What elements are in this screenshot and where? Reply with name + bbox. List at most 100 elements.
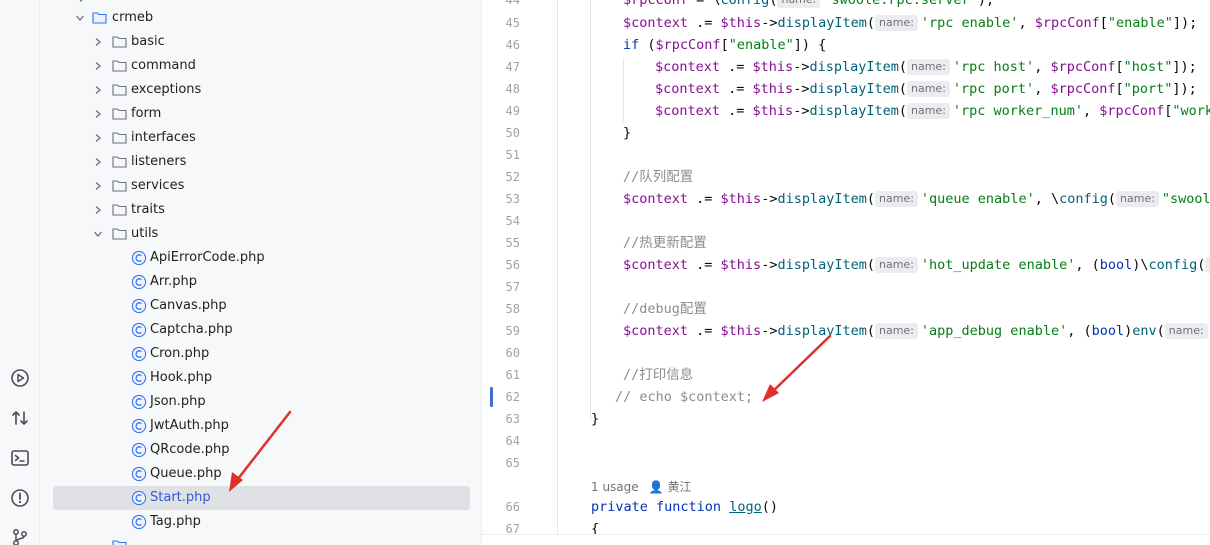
php-class-icon xyxy=(131,418,147,434)
code-editor[interactable]: 44 45 46 47 48 49 50 51 52 53 54 55 56 57 58 59 60 61 62 63… xyxy=(482,0,1210,545)
param-hint: name: xyxy=(907,59,950,75)
code-area[interactable]: $rpcConf = \config(name:'swoole.rpc.serv… xyxy=(482,0,1210,545)
chevron-right-icon[interactable] xyxy=(93,37,103,47)
code-usage-hint[interactable]: 1 usage 👤 黄江 xyxy=(591,478,691,495)
file-label: Json.php xyxy=(150,394,206,409)
tree-folder-form[interactable]: form xyxy=(41,102,481,126)
folder-icon xyxy=(112,107,127,120)
tree-file-item[interactable]: QRcode.php xyxy=(41,438,481,462)
php-class-icon xyxy=(131,370,147,386)
tree-file-item[interactable]: Queue.php xyxy=(41,462,481,486)
chevron-down-icon[interactable] xyxy=(75,13,85,23)
param-hint: name: xyxy=(875,15,918,31)
code-string: 'queue enable' xyxy=(920,191,1035,207)
php-class-icon xyxy=(131,346,147,362)
tree-file-item[interactable]: Tag.php xyxy=(41,510,481,534)
chevron-right-icon[interactable] xyxy=(93,61,103,71)
param-hint: name: xyxy=(777,0,821,8)
folder-icon xyxy=(112,59,127,72)
user-icon: 👤 xyxy=(648,480,664,494)
php-class-icon xyxy=(131,274,147,290)
code-string: "swool xyxy=(1161,191,1210,207)
tree-file-item[interactable]: Start.php xyxy=(41,486,481,510)
code-comment-echo: // echo $context; xyxy=(615,389,754,405)
function-name[interactable]: logo xyxy=(729,499,762,515)
php-class-icon xyxy=(131,322,147,338)
code-line-66: private function logo() xyxy=(591,499,778,515)
services-icon[interactable] xyxy=(10,368,30,388)
code-comment-queue: //队列配置 xyxy=(623,169,694,185)
file-label: JwtAuth.php xyxy=(150,418,229,433)
tree-folder-listeners[interactable]: listeners xyxy=(41,150,481,174)
problems-icon[interactable] xyxy=(10,488,30,508)
param-hint: name: xyxy=(875,323,918,339)
file-label: Queue.php xyxy=(150,466,222,481)
tree-folder-services[interactable]: services xyxy=(41,174,481,198)
code-string: 'swoole.rpc.server' xyxy=(823,0,978,8)
param-hint: name: xyxy=(907,81,950,97)
param-hint: name: xyxy=(875,257,918,273)
folder-icon xyxy=(112,131,127,144)
code-line-48: $context .= $this->displayItem(name:'rpc… xyxy=(655,81,1197,97)
code-string: 'hot_update enable' xyxy=(920,257,1076,273)
git-commit-icon[interactable] xyxy=(10,408,30,428)
php-class-icon xyxy=(131,394,147,410)
folder-label: utils xyxy=(131,226,159,241)
git-branch-icon[interactable] xyxy=(10,527,30,545)
folder-label: command xyxy=(131,58,196,73)
tree-folder-utils[interactable]: utils xyxy=(41,222,481,246)
usage-count[interactable]: 1 usage xyxy=(591,480,639,494)
folder-label: interfaces xyxy=(131,130,196,145)
code-string: "port" xyxy=(1123,81,1173,97)
param-hint: name: xyxy=(1116,191,1159,207)
code-line-59: $context .= $this->displayItem(name:'app… xyxy=(623,321,1210,341)
folder-label: exceptions xyxy=(131,82,202,97)
chevron-right-icon[interactable] xyxy=(93,85,103,95)
tree-folder-command[interactable]: command xyxy=(41,54,481,78)
tree-folder-basic[interactable]: basic xyxy=(41,30,481,54)
tree-file-item[interactable]: Captcha.php xyxy=(41,318,481,342)
chevron-down-icon[interactable] xyxy=(93,229,103,239)
folder-label: traits xyxy=(131,202,165,217)
code-comment-print: //打印信息 xyxy=(623,367,694,383)
chevron-right-icon[interactable] xyxy=(93,181,103,191)
tool-window-strip xyxy=(0,0,40,545)
tree-file-item[interactable]: ApiErrorCode.php xyxy=(41,246,481,270)
terminal-icon[interactable] xyxy=(10,448,30,468)
tree-file-item[interactable]: Hook.php xyxy=(41,366,481,390)
chevron-right-icon[interactable] xyxy=(93,205,103,215)
code-string: 'rpc enable' xyxy=(920,15,1019,31)
code-string: "enable" xyxy=(1107,15,1173,31)
tree-file-item[interactable]: JwtAuth.php xyxy=(41,414,481,438)
tree-folder-interfaces[interactable]: interfaces xyxy=(41,126,481,150)
chevron-right-icon[interactable] xyxy=(77,0,87,3)
param-hint: name: xyxy=(907,103,950,119)
chevron-right-icon[interactable] xyxy=(93,109,103,119)
project-tree: crmeb basic command exceptions form interfac… xyxy=(41,0,481,545)
php-class-icon xyxy=(131,250,147,266)
code-string: "worke xyxy=(1172,103,1210,119)
folder-label: services xyxy=(131,178,185,193)
tree-file-item[interactable]: Arr.php xyxy=(41,270,481,294)
tree-folder-crmeb[interactable]: crmeb xyxy=(41,6,481,30)
chevron-right-icon[interactable] xyxy=(93,157,103,167)
folder-icon xyxy=(112,83,127,96)
file-label: QRcode.php xyxy=(150,442,230,457)
folder-icon xyxy=(112,155,127,168)
php-class-icon xyxy=(131,466,147,482)
php-class-icon xyxy=(131,514,147,530)
code-comment-debug: //debug配置 xyxy=(623,301,707,317)
chevron-right-icon[interactable] xyxy=(93,133,103,143)
tree-file-item[interactable]: Canvas.php xyxy=(41,294,481,318)
code-line-49: $context .= $this->displayItem(name:'rpc… xyxy=(655,101,1210,121)
code-line-53: $context .= $this->displayItem(name:'que… xyxy=(623,191,1210,207)
code-string: 'app_debug enable' xyxy=(920,323,1068,339)
code-author: 黄江 xyxy=(667,480,692,494)
folder-label: listeners xyxy=(131,154,187,169)
code-line-63: } xyxy=(591,411,600,427)
tree-folder-traits[interactable]: traits xyxy=(41,198,481,222)
file-label: Arr.php xyxy=(150,274,198,289)
tree-file-item[interactable]: Json.php xyxy=(41,390,481,414)
tree-file-item[interactable]: Cron.php xyxy=(41,342,481,366)
tree-folder-exceptions[interactable]: exceptions xyxy=(41,78,481,102)
